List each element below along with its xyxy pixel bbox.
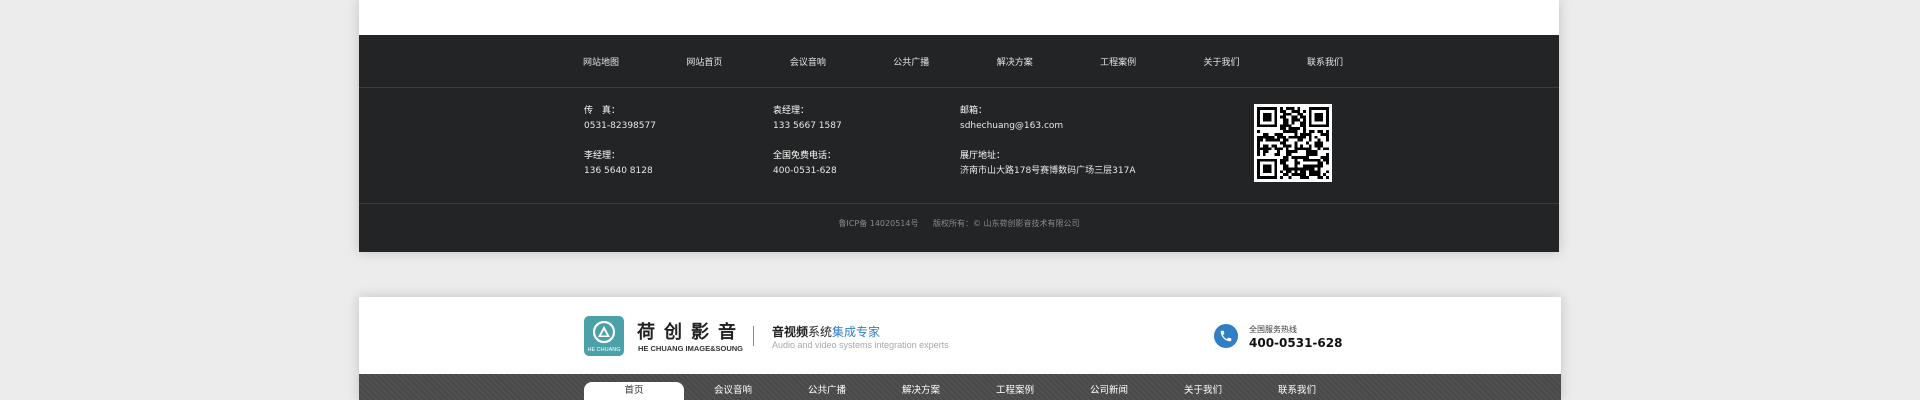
contact-column-1: 传 真： 0531-82398577 李经理： 136 5640 8128 bbox=[584, 104, 656, 179]
manager-yuan-value: 133 5667 1587 bbox=[773, 121, 842, 131]
nav-item-news[interactable]: 公司新闻 bbox=[1059, 382, 1159, 400]
logo-mark-text: HE CHUANG bbox=[587, 347, 621, 353]
hotline-label: 全国服务热线 bbox=[1249, 325, 1297, 334]
icp-number[interactable]: 鲁ICP备 14020514号 bbox=[838, 219, 918, 228]
footer-nav-home[interactable]: 网站首页 bbox=[686, 55, 722, 68]
main-nav: 首页 会议音响 公共广播 解决方案 工程案例 公司新闻 关于我们 联系我们 bbox=[359, 374, 1561, 400]
contact-column-3: 邮箱： sdhechuang@163.com 展厅地址： 济南市山大路178号赛… bbox=[960, 104, 1136, 179]
fax-value: 0531-82398577 bbox=[584, 121, 656, 131]
qr-code-icon bbox=[1254, 104, 1332, 182]
manager-li-label: 李经理： bbox=[584, 151, 621, 161]
showroom-address-value: 济南市山大路178号赛博数码广场三层317A bbox=[960, 166, 1136, 176]
header-mockup-panel: HE CHUANG 荷创影音 HE CHUANG IMAGE&SOUNG 音视频… bbox=[359, 297, 1561, 400]
footer-nav-about[interactable]: 关于我们 bbox=[1204, 55, 1240, 68]
copyright-line: 鲁ICP备 14020514号 版权所有：© 山东荷创影音技术有限公司 bbox=[359, 218, 1559, 229]
footer-nav-cases[interactable]: 工程案例 bbox=[1100, 55, 1136, 68]
toll-free-label: 全国免费电话： bbox=[773, 151, 837, 161]
slogan-en: Audio and video systems integration expe… bbox=[772, 340, 949, 350]
footer-nav: 网站地图 网站首页 会议音响 公共广播 解决方案 工程案例 关于我们 联系我们 bbox=[583, 35, 1343, 87]
hotline-number[interactable]: 400-0531-628 bbox=[1249, 336, 1342, 350]
nav-item-cases[interactable]: 工程案例 bbox=[965, 382, 1065, 400]
footer-nav-conference-audio[interactable]: 会议音响 bbox=[790, 55, 826, 68]
brand-name-cn: 荷创影音 bbox=[637, 322, 745, 343]
slogan: 音视频系统集成专家 bbox=[772, 323, 880, 340]
email-value[interactable]: sdhechuang@163.com bbox=[960, 119, 1136, 134]
slogan-part-2: 系统 bbox=[808, 325, 833, 339]
showroom-address-label: 展厅地址： bbox=[960, 151, 1006, 161]
site-footer: 网站地图 网站首页 会议音响 公共广播 解决方案 工程案例 关于我们 联系我们 … bbox=[359, 35, 1559, 252]
nav-item-solutions[interactable]: 解决方案 bbox=[871, 382, 971, 400]
brand-name-en: HE CHUANG IMAGE&SOUNG bbox=[638, 344, 744, 353]
email-label: 邮箱： bbox=[960, 106, 988, 116]
footer-nav-public-broadcast[interactable]: 公共广播 bbox=[893, 55, 929, 68]
nav-item-about[interactable]: 关于我们 bbox=[1153, 382, 1253, 400]
nav-item-contact[interactable]: 联系我们 bbox=[1247, 382, 1347, 400]
toll-free-value: 400-0531-628 bbox=[773, 166, 837, 176]
phone-icon bbox=[1214, 324, 1238, 348]
manager-li-value: 136 5640 8128 bbox=[584, 166, 653, 176]
footer-nav-contact[interactable]: 联系我们 bbox=[1307, 55, 1343, 68]
copyright-text: 版权所有：© 山东荷创影音技术有限公司 bbox=[933, 219, 1080, 228]
footer-mockup-panel: 网站地图 网站首页 会议音响 公共广播 解决方案 工程案例 关于我们 联系我们 … bbox=[359, 0, 1559, 252]
slogan-part-1: 音视频 bbox=[772, 325, 809, 339]
contact-column-2: 袁经理： 133 5667 1587 全国免费电话： 400-0531-628 bbox=[773, 104, 842, 179]
footer-divider-bottom bbox=[359, 203, 1559, 204]
header-divider bbox=[753, 326, 754, 346]
nav-item-home[interactable]: 首页 bbox=[584, 382, 684, 400]
manager-yuan-label: 袁经理： bbox=[773, 106, 810, 116]
logo-mark-icon[interactable]: HE CHUANG bbox=[584, 316, 624, 356]
footer-nav-site-map[interactable]: 网站地图 bbox=[583, 55, 619, 68]
footer-divider bbox=[359, 87, 1559, 88]
nav-item-public-broadcast[interactable]: 公共广播 bbox=[777, 382, 877, 400]
fax-label: 传 真： bbox=[584, 106, 621, 116]
slogan-part-3: 集成专家 bbox=[832, 325, 881, 339]
footer-nav-solutions[interactable]: 解决方案 bbox=[997, 55, 1033, 68]
nav-item-conference-audio[interactable]: 会议音响 bbox=[683, 382, 783, 400]
